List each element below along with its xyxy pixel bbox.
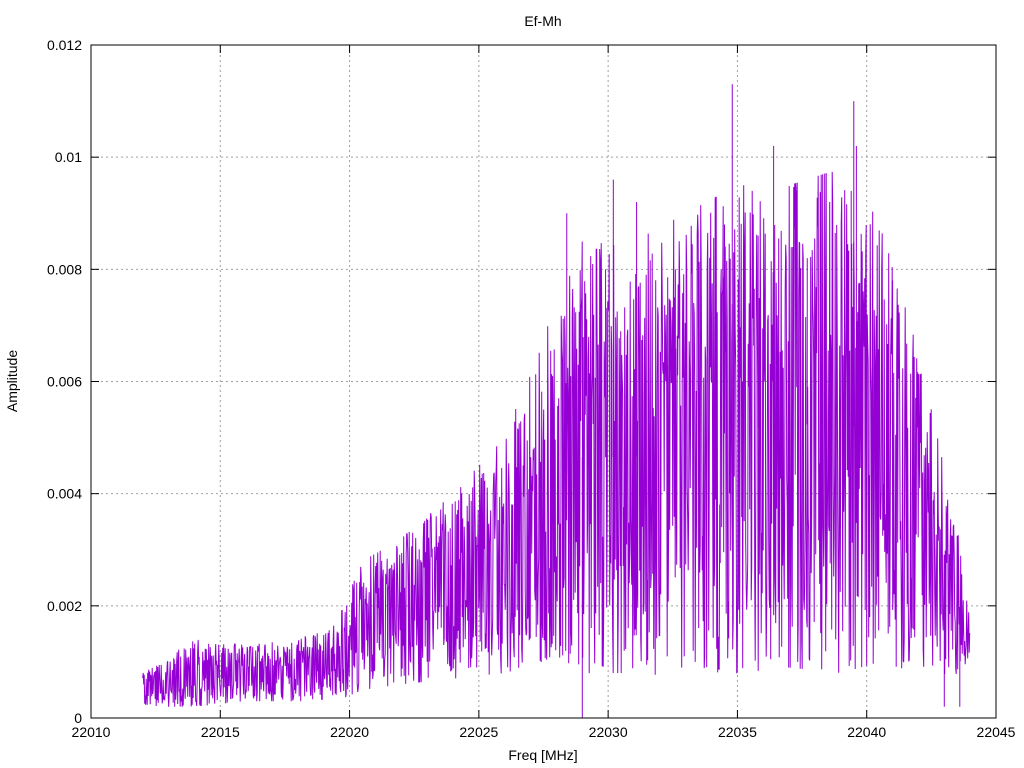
y-tick-label: 0.01	[55, 149, 82, 165]
x-tick-label: 22010	[72, 724, 111, 740]
y-axis-title: Amplitude	[4, 350, 20, 412]
x-tick-label: 22040	[847, 724, 886, 740]
y-tick-label: 0.012	[47, 37, 82, 53]
x-tick-label: 22020	[330, 724, 369, 740]
x-axis-title: Freq [MHz]	[508, 747, 577, 763]
x-tick-label: 22030	[589, 724, 628, 740]
y-tick-label: 0.006	[47, 374, 82, 390]
chart-title: Ef-Mh	[524, 13, 561, 29]
y-tick-label: 0.002	[47, 598, 82, 614]
x-tick-label: 22015	[201, 724, 240, 740]
x-tick-label: 22035	[718, 724, 757, 740]
y-tick-label: 0.008	[47, 261, 82, 277]
x-tick-label: 22045	[977, 724, 1016, 740]
y-tick-label: 0	[74, 710, 82, 726]
chart: 22010 22015 22020 22025 22030 22035 22040 22045…	[0, 0, 1024, 768]
x-tick-label: 22025	[459, 724, 498, 740]
y-tick-label: 0.004	[47, 486, 82, 502]
